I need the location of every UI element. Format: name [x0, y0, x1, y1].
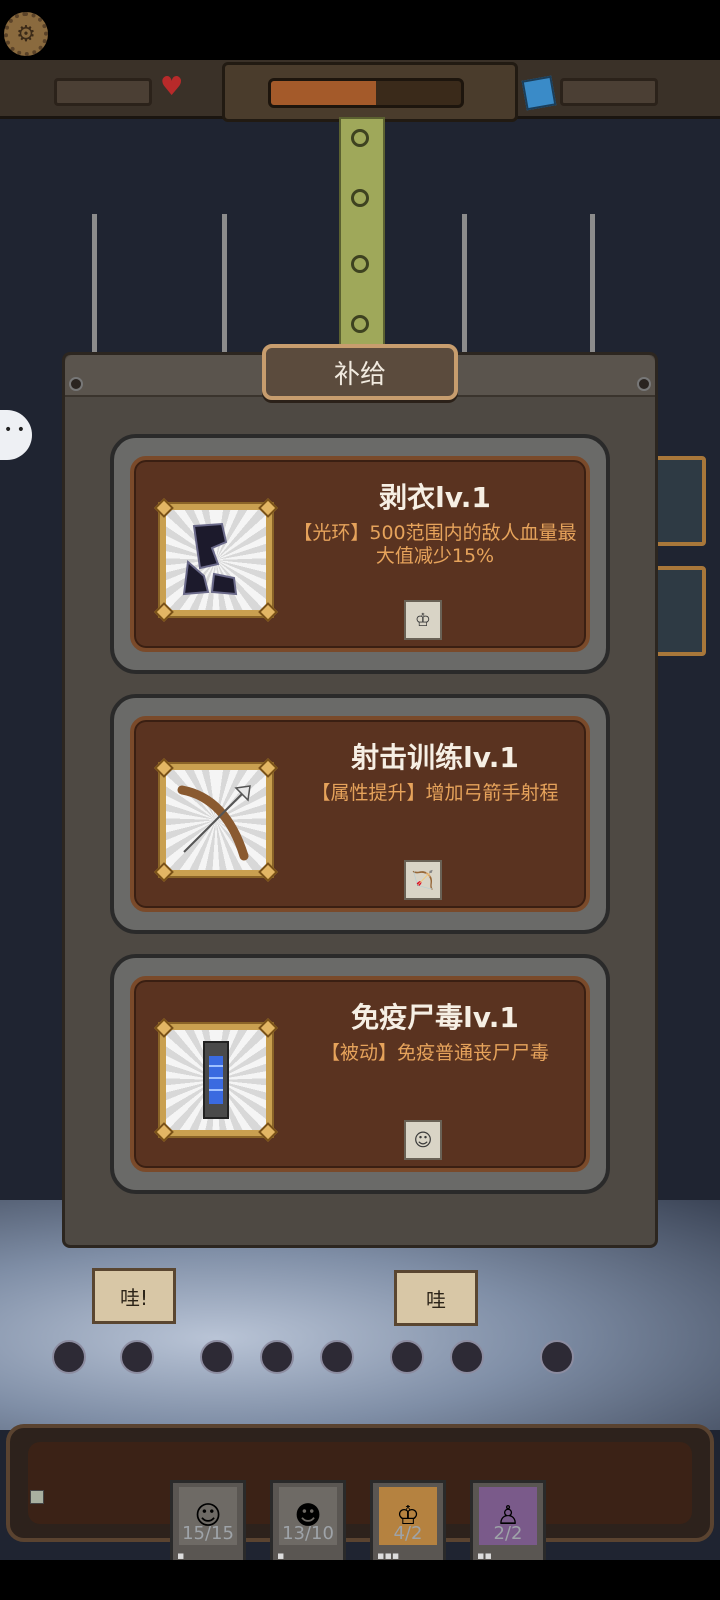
battle-unit [52, 1340, 86, 1374]
supply-option-3[interactable]: 免疫尸毒lv.1 【被动】免疫普通丧尸尸毒 ☺ [110, 954, 610, 1194]
speech-bubble-left: 哇! [92, 1268, 176, 1324]
modal-title: 补给 [262, 344, 458, 400]
fence-post [222, 214, 227, 354]
battle-unit [200, 1340, 234, 1374]
unit-count: 4/2 [393, 1523, 423, 1544]
unit-count: 13/10 [282, 1523, 334, 1544]
unit-slot-4[interactable]: ♙ 2/2 ▪▪ [470, 1480, 546, 1568]
rivet [637, 377, 651, 391]
unit-bar [6, 1424, 714, 1542]
nav-bar [0, 1560, 720, 1600]
supply-option-2[interactable]: 射击训练lv.1 【属性提升】增加弓箭手射程 🏹 [110, 694, 610, 934]
supply-option-1[interactable]: 剥衣lv.1 【光环】500范围内的敌人血量最大值减少15% ♔ [110, 434, 610, 674]
resource-bar-left [54, 78, 152, 106]
unit-count: 2/2 [493, 1523, 523, 1544]
unit-slot-2[interactable]: ☻ 13/10 ▪ [270, 1480, 346, 1568]
lane-column [339, 117, 385, 351]
side-slot[interactable] [650, 566, 706, 656]
fence-post [590, 214, 595, 354]
wave-progress-bar [268, 78, 464, 108]
skill-description: 【属性提升】增加弓箭手射程 [311, 782, 559, 804]
battle-unit [120, 1340, 154, 1374]
soldier-unit-icon: ☺ [404, 1120, 442, 1160]
battle-unit [450, 1340, 484, 1374]
gear-icon[interactable]: ⚙ [4, 12, 48, 56]
speech-bubble-right: 哇 [394, 1270, 478, 1326]
battle-unit [540, 1340, 574, 1374]
skill-title: 免疫尸毒lv.1 [351, 1001, 519, 1034]
wave-progress-fill [271, 81, 376, 105]
battle-unit [260, 1340, 294, 1374]
status-bar [0, 0, 720, 60]
skill-description: 【被动】免疫普通丧尸尸毒 [320, 1042, 549, 1064]
unit-slot-3[interactable]: ♔ 4/2 ▪▪▪ [370, 1480, 446, 1568]
bar-marker [30, 1490, 44, 1504]
skill-title: 射击训练lv.1 [351, 741, 519, 774]
unit-count: 15/15 [182, 1523, 234, 1544]
unit-slot-1[interactable]: ☺ 15/15 ▪ [170, 1480, 246, 1568]
fence-post [92, 214, 97, 354]
bow-icon [154, 758, 278, 882]
battle-unit [390, 1340, 424, 1374]
rivet [69, 377, 83, 391]
battle-unit [320, 1340, 354, 1374]
king-unit-icon: ♔ [404, 600, 442, 640]
skill-description: 【光环】500范围内的敌人血量最大值减少15% [293, 522, 577, 567]
side-slot[interactable] [650, 456, 706, 546]
fence-post [462, 214, 467, 354]
boots-icon [154, 498, 278, 622]
skill-title: 剥衣lv.1 [379, 481, 491, 514]
archer-unit-icon: 🏹 [404, 860, 442, 900]
chat-bubble-button[interactable] [0, 410, 32, 460]
resource-bar-right [560, 78, 658, 106]
cube-icon [521, 75, 557, 111]
vial-icon [154, 1018, 278, 1142]
heart-icon: ♥ [160, 72, 184, 102]
